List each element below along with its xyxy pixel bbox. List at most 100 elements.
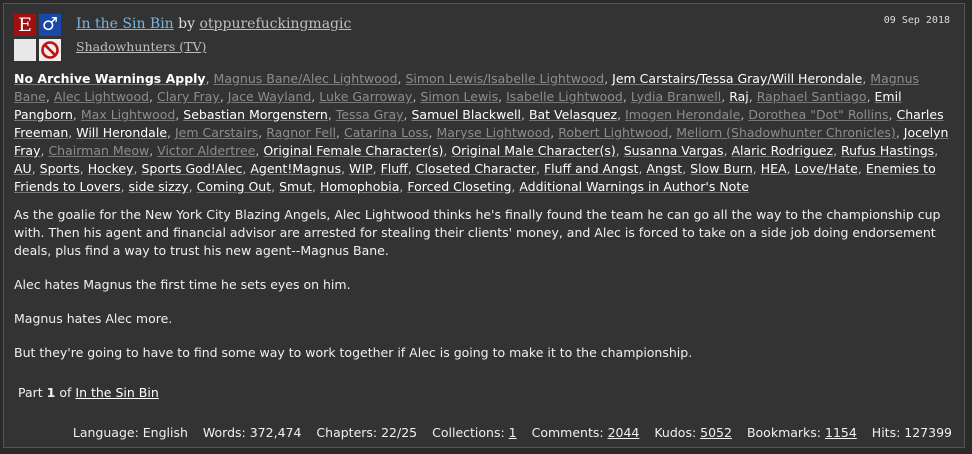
tag-separator: , [752, 161, 761, 176]
tag-link[interactable]: WIP [349, 161, 373, 176]
tag-separator: , [327, 107, 336, 122]
tag-separator: , [149, 89, 157, 104]
comments-link[interactable]: 2044 [608, 425, 640, 440]
hits-value: 127399 [904, 425, 952, 440]
tag-link[interactable]: Fluff [381, 161, 408, 176]
tag-link[interactable]: Raj [729, 89, 749, 104]
chapters-value: 22/25 [381, 425, 418, 440]
tag-link[interactable]: Agent!Magnus [250, 161, 341, 176]
tag-separator: , [372, 161, 381, 176]
tag-link[interactable]: Robert Lightwood [558, 125, 668, 140]
tag-link[interactable]: Sports [40, 161, 80, 176]
tag-link[interactable]: No Archive Warnings Apply [14, 71, 206, 86]
collections-label: Collections: [432, 425, 505, 440]
tag-link[interactable]: Magnus Bane/Alec Lightwood [214, 71, 398, 86]
warning-blank-icon[interactable] [14, 39, 36, 61]
summary-paragraph: As the goalie for the New York City Blaz… [14, 207, 941, 258]
tag-link[interactable]: Original Female Character(s) [263, 143, 443, 158]
tag-link[interactable]: Samuel Blackwell [411, 107, 521, 122]
tag-link[interactable]: Love/Hate [795, 161, 858, 176]
tag-separator: , [219, 89, 228, 104]
tag-link[interactable]: Maryse Lightwood [436, 125, 550, 140]
tag-link[interactable]: HEA [761, 161, 787, 176]
tag-separator: , [536, 161, 544, 176]
tag-separator: , [520, 107, 529, 122]
series-info: Part 1 of In the Sin Bin [18, 385, 159, 400]
tag-separator: , [604, 71, 613, 86]
collections-link[interactable]: 1 [509, 425, 517, 440]
summary-paragraph: Magnus hates Alec more. [14, 311, 173, 326]
tag-separator: , [934, 143, 939, 158]
tag-link[interactable]: Simon Lewis [420, 89, 498, 104]
tag-link[interactable]: Will Herondale [76, 125, 167, 140]
no-sign-icon [41, 41, 59, 59]
tag-link[interactable]: Imogen Herondale [625, 107, 740, 122]
tag-link[interactable]: Coming Out [197, 179, 272, 194]
series-link[interactable]: In the Sin Bin [75, 385, 158, 400]
tag-link[interactable]: Catarina Loss [344, 125, 429, 140]
tag-link[interactable]: Sebastian Morgenstern [183, 107, 328, 122]
tag-link[interactable]: Lydia Branwell [631, 89, 721, 104]
tag-separator: , [45, 89, 54, 104]
tag-link[interactable]: Bat Velasquez [529, 107, 617, 122]
tag-link[interactable]: Max Lightwood [81, 107, 175, 122]
tag-separator: , [258, 125, 267, 140]
tag-separator: , [341, 161, 350, 176]
tag-separator: , [407, 161, 416, 176]
tag-link[interactable]: Fluff and Angst [544, 161, 638, 176]
tag-separator: , [167, 125, 175, 140]
fandom-link[interactable]: Shadowhunters (TV) [76, 39, 206, 54]
tag-link[interactable]: Luke Garroway [319, 89, 412, 104]
tag-link[interactable]: Chairman Meow [48, 143, 149, 158]
tag-separator: , [622, 89, 631, 104]
tag-link[interactable]: Clary Fray [157, 89, 220, 104]
tag-link[interactable]: Ragnor Fell [266, 125, 336, 140]
tag-link[interactable]: Raphael Santiago [757, 89, 867, 104]
tag-link[interactable]: Victor Aldertree [157, 143, 255, 158]
tag-link[interactable]: Jem Carstairs/Tessa Gray/Will Herondale [612, 71, 862, 86]
tag-separator: , [271, 179, 280, 194]
incomplete-icon[interactable] [39, 39, 61, 61]
tag-link[interactable]: Hockey [88, 161, 134, 176]
tag-link[interactable]: Alec Lightwood [54, 89, 149, 104]
tag-separator: , [205, 71, 214, 86]
tag-link[interactable]: Jace Wayland [228, 89, 312, 104]
tag-link[interactable]: Smut [279, 179, 312, 194]
bookmarks-link[interactable]: 1154 [825, 425, 857, 440]
tag-link[interactable]: Alaric Rodriguez [731, 143, 833, 158]
rating-explicit-icon[interactable]: E [14, 14, 36, 36]
tag-link[interactable]: Original Male Character(s) [451, 143, 615, 158]
tag-link[interactable]: Forced Closeting [407, 179, 511, 194]
tag-link[interactable]: side sizzy [129, 179, 189, 194]
tag-link[interactable]: Homophobia [320, 179, 399, 194]
tag-link[interactable]: Tessa Gray [336, 107, 404, 122]
tag-link[interactable]: Isabelle Lightwood [506, 89, 623, 104]
tag-link[interactable]: Jem Carstairs [175, 125, 258, 140]
language-value: English [142, 425, 188, 440]
hits-label: Hits: [871, 425, 901, 440]
category-mm-icon[interactable]: ♂ [39, 14, 61, 36]
tag-link[interactable]: Closeted Character [416, 161, 536, 176]
tag-link[interactable]: AU [14, 161, 32, 176]
tag-link[interactable]: Simon Lewis/Isabelle Lightwood [405, 71, 604, 86]
tag-separator: , [682, 161, 691, 176]
tag-link[interactable]: Slow Burn [690, 161, 753, 176]
comments-label: Comments: [531, 425, 604, 440]
tag-link[interactable]: Angst [646, 161, 682, 176]
kudos-link[interactable]: 5052 [700, 425, 732, 440]
series-part-number: 1 [46, 385, 56, 400]
tag-link[interactable]: Rufus Hastings [841, 143, 934, 158]
author-link[interactable]: otppurefuckingmagic [199, 16, 351, 32]
tag-link[interactable]: Dorothea "Dot" Rollins [748, 107, 888, 122]
tag-link[interactable]: Sports God!Alec [141, 161, 242, 176]
required-tags: E ♂ [14, 14, 66, 66]
work-title-link[interactable]: In the Sin Bin [76, 16, 174, 32]
tag-link[interactable]: Meliorn (Shadowhunter Chronicles) [676, 125, 896, 140]
tag-separator: , [72, 107, 81, 122]
series-part-label: Part [18, 385, 43, 400]
tag-link[interactable]: Susanna Vargas [624, 143, 724, 158]
tag-separator: , [79, 161, 88, 176]
tag-separator: , [498, 89, 507, 104]
tag-link[interactable]: Additional Warnings in Author's Note [519, 179, 749, 194]
tag-separator: , [857, 161, 866, 176]
